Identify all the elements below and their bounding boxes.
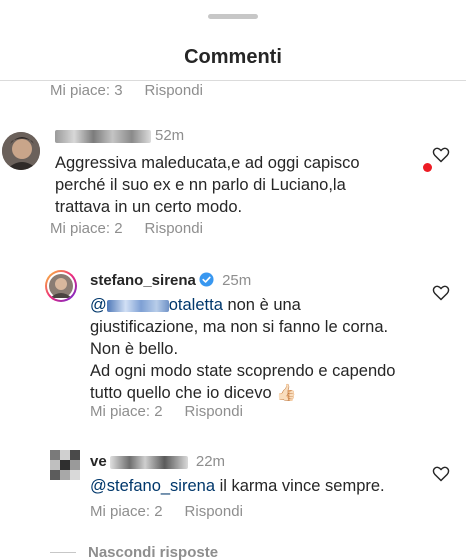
verified-badge-icon	[199, 272, 214, 287]
reply-button[interactable]: Rispondi	[145, 220, 203, 237]
reply-time: 25m	[222, 272, 252, 289]
heart-outline-icon[interactable]	[432, 147, 450, 163]
likes-count[interactable]: Mi piace: 2	[50, 220, 123, 237]
mention-at: @	[90, 296, 107, 314]
reply-line: tutto quello che io dicevo 👍🏻	[90, 384, 297, 402]
redacted-username	[109, 455, 188, 469]
reply-header: stefano_sirena 25m	[90, 272, 251, 289]
reply-line: Ad ogni modo state scoprendo e capendo	[90, 362, 396, 380]
avatar-image	[50, 450, 80, 480]
reply-text: @ otaletta non è una giustificazione, ma …	[90, 294, 420, 404]
username[interactable]: ve	[90, 453, 107, 470]
mention-link[interactable]: @stefano_sirena	[90, 477, 215, 495]
redacted-mention	[106, 299, 169, 312]
username[interactable]: stefano_sirena	[90, 272, 196, 289]
mention-tail: otaletta	[168, 296, 223, 314]
sheet-title: Commenti	[184, 46, 282, 68]
likes-count[interactable]: Mi piace: 2	[90, 503, 163, 520]
reply-line: giustificazione, ma non si fanno le corn…	[90, 318, 389, 336]
avatar[interactable]	[50, 450, 80, 480]
reply-line: @ otaletta non è una	[90, 294, 420, 316]
drag-handle[interactable]	[208, 14, 258, 19]
heart-outline-icon[interactable]	[432, 285, 450, 301]
likes-count[interactable]: Mi piace: 2	[90, 403, 163, 420]
comment-line: perché il suo ex e nn parlo di Luciano,l…	[55, 176, 346, 194]
reply-button[interactable]: Rispondi	[145, 82, 203, 99]
reply-line-rest: il karma vince sempre.	[215, 477, 385, 495]
reply-button[interactable]: Rispondi	[185, 503, 243, 520]
comment-time: 52m	[155, 127, 185, 144]
redacted-username	[55, 129, 151, 143]
reply-button[interactable]: Rispondi	[185, 403, 243, 420]
reply-header: ve 22m	[90, 453, 225, 470]
avatar[interactable]	[2, 132, 40, 170]
mention-link[interactable]: @ otaletta	[90, 296, 223, 314]
hide-replies-line	[50, 552, 76, 553]
header-divider	[0, 80, 466, 81]
comment-header: 52m	[55, 127, 184, 144]
comment-line: trattava in un certo modo.	[55, 198, 243, 216]
comment-line: Aggressiva maleducata,e ad oggi capisco	[55, 154, 360, 172]
reply-text: @stefano_sirena il karma vince sempre.	[90, 475, 420, 497]
hide-replies-button[interactable]: Nascondi risposte	[88, 544, 218, 560]
reply-time: 22m	[195, 453, 226, 470]
avatar-image	[2, 132, 40, 170]
reply-line-rest: non è una	[222, 296, 301, 314]
comment-meta: Mi piace: 2 Rispondi	[50, 220, 203, 237]
likes-count[interactable]: Mi piace: 3	[50, 82, 123, 99]
avatar-image	[47, 272, 75, 300]
reply-meta: Mi piace: 2 Rispondi	[90, 403, 243, 420]
reply-line: Non è bello.	[90, 340, 179, 358]
heart-outline-icon[interactable]	[432, 466, 450, 482]
comment-text: Aggressiva maleducata,e ad oggi capisco …	[55, 152, 415, 218]
avatar[interactable]	[45, 270, 77, 302]
top-comment-meta: Mi piace: 3 Rispondi	[50, 82, 203, 99]
notification-dot	[423, 163, 432, 172]
reply-meta: Mi piace: 2 Rispondi	[90, 503, 243, 520]
